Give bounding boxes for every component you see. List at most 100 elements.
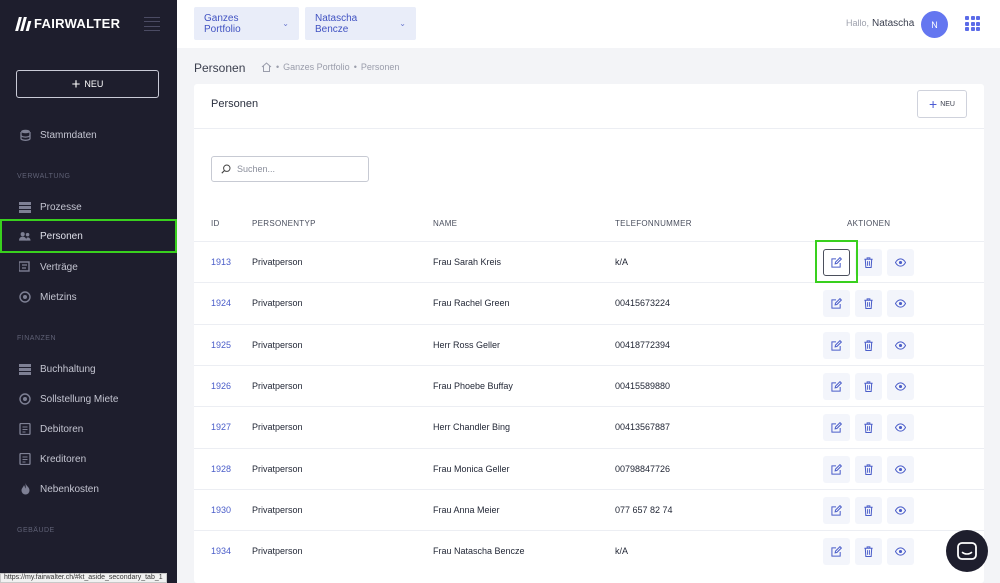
trash-icon [863, 546, 874, 558]
table-row: 1925 Privatperson Herr Ross Geller 00418772… [194, 323, 984, 365]
sidebar: FAIRWALTER + NEU Stammdaten VERWALTUNG P… [0, 0, 177, 583]
table-row: 1930 Privatperson Frau Anna Meier 077 657 8… [194, 488, 984, 530]
sidebar-item-label: Prozesse [40, 201, 82, 213]
edit-button[interactable] [823, 372, 850, 400]
delete-button[interactable] [855, 414, 882, 442]
view-button[interactable] [887, 496, 914, 524]
person-phone: 00798847726 [615, 463, 671, 474]
person-id-link[interactable]: 1928 [211, 464, 231, 474]
person-id-link[interactable]: 1927 [211, 422, 231, 432]
layers-icon [19, 261, 31, 273]
view-button[interactable] [887, 290, 914, 318]
sidebar-item-buchhaltung[interactable]: Buchhaltung [0, 354, 177, 384]
plus-icon: + [71, 75, 81, 93]
delete-button[interactable] [855, 331, 882, 359]
edit-button[interactable] [823, 538, 850, 566]
document-icon [19, 423, 31, 435]
person-id-link[interactable]: 1926 [211, 381, 231, 391]
breadcrumb-item[interactable]: Ganzes Portfolio [283, 62, 350, 72]
view-button[interactable] [887, 249, 914, 276]
delete-button[interactable] [855, 538, 882, 566]
sidebar-new-button[interactable]: + NEU [16, 70, 159, 98]
trash-icon [863, 298, 874, 310]
avatar[interactable]: N [921, 11, 948, 38]
logo-text: FAIRWALTER [34, 16, 121, 31]
sidebar-collapse-icon[interactable] [144, 17, 160, 31]
view-button[interactable] [887, 414, 914, 442]
sidebar-item-nebenkosten[interactable]: Nebenkosten [0, 474, 177, 504]
search-field[interactable] [211, 156, 369, 182]
edit-button[interactable] [823, 331, 850, 359]
column-header-id: ID [211, 219, 220, 228]
view-button[interactable] [887, 455, 914, 483]
person-name: Frau Phoebe Buffay [433, 380, 513, 391]
person-id-link[interactable]: 1925 [211, 340, 231, 350]
person-id-link[interactable]: 1930 [211, 505, 231, 515]
edit-icon [831, 339, 842, 351]
sidebar-item-label: Mietzins [40, 291, 77, 303]
edit-button[interactable] [823, 249, 850, 276]
trash-icon [863, 463, 874, 475]
trash-icon [863, 257, 874, 268]
delete-button[interactable] [855, 249, 882, 276]
person-phone: 00413567887 [615, 422, 671, 433]
eye-icon [895, 505, 906, 516]
user-select[interactable]: Natascha Bencze ⌄ [305, 7, 416, 40]
sidebar-item-mietzins[interactable]: Mietzins [0, 282, 177, 312]
delete-button[interactable] [855, 290, 882, 318]
person-name: Frau Rachel Green [433, 298, 510, 309]
eye-icon [895, 464, 906, 475]
table-row: 1928 Privatperson Frau Monica Geller 007988… [194, 447, 984, 489]
home-icon[interactable] [261, 62, 272, 72]
person-id-link[interactable]: 1913 [211, 257, 231, 267]
delete-button[interactable] [855, 372, 882, 400]
person-id-link[interactable]: 1934 [211, 546, 231, 556]
person-phone: 00415589880 [615, 380, 671, 391]
top-bar: Ganzes Portfolio ⌄ Natascha Bencze ⌄ Hal… [177, 0, 1000, 48]
sidebar-item-prozesse[interactable]: Prozesse [0, 192, 177, 222]
edit-button[interactable] [823, 414, 850, 442]
sidebar-item-personen[interactable]: Personen [0, 219, 177, 253]
edit-button[interactable] [823, 290, 850, 318]
eye-icon [895, 257, 906, 268]
view-button[interactable] [887, 538, 914, 566]
chevron-down-icon: ⌄ [399, 19, 406, 28]
sidebar-item-kreditoren[interactable]: Kreditoren [0, 444, 177, 474]
section-label-verwaltung: VERWALTUNG [17, 173, 71, 180]
personen-card: Personen + NEU ID PERSONENTYP NAME TELEF… [194, 84, 984, 583]
person-name: Frau Anna Meier [433, 504, 500, 515]
user-name: Natascha [872, 18, 915, 29]
database-icon [19, 129, 31, 141]
sidebar-item-sollstellung-miete[interactable]: Sollstellung Miete [0, 384, 177, 414]
sidebar-item-stammdaten[interactable]: Stammdaten [0, 120, 177, 150]
users-icon [19, 230, 31, 242]
sidebar-item-label: Nebenkosten [40, 483, 99, 495]
person-type: Privatperson [252, 463, 303, 474]
search-input[interactable] [237, 164, 357, 174]
portfolio-select-value: Ganzes Portfolio [204, 12, 241, 35]
portfolio-select[interactable]: Ganzes Portfolio ⌄ [194, 7, 299, 40]
edit-button[interactable] [823, 496, 850, 524]
edit-icon [831, 380, 842, 392]
sidebar-item-debitoren[interactable]: Debitoren [0, 414, 177, 444]
trash-icon [863, 505, 874, 516]
new-person-button[interactable]: + NEU [917, 90, 967, 118]
delete-button[interactable] [855, 496, 882, 524]
apps-grid-icon[interactable] [965, 16, 980, 31]
chat-button[interactable] [946, 530, 988, 572]
sidebar-item-vertraege[interactable]: Verträge [0, 252, 177, 282]
fairwalter-logo[interactable]: FAIRWALTER [15, 16, 121, 31]
column-header-phone: TELEFONNUMMER [615, 219, 692, 228]
table-row: 1927 Privatperson Herr Chandler Bing 004135… [194, 406, 984, 447]
edit-icon [831, 257, 842, 268]
column-header-actions: AKTIONEN [847, 219, 891, 228]
coins-icon [19, 291, 31, 303]
coins-icon [19, 393, 31, 405]
person-id-link[interactable]: 1924 [211, 298, 231, 308]
trash-icon [863, 422, 874, 434]
view-button[interactable] [887, 372, 914, 400]
view-button[interactable] [887, 331, 914, 359]
edit-button[interactable] [823, 455, 850, 483]
table-row: 1926 Privatperson Frau Phoebe Buffay 004155… [194, 364, 984, 406]
delete-button[interactable] [855, 455, 882, 483]
